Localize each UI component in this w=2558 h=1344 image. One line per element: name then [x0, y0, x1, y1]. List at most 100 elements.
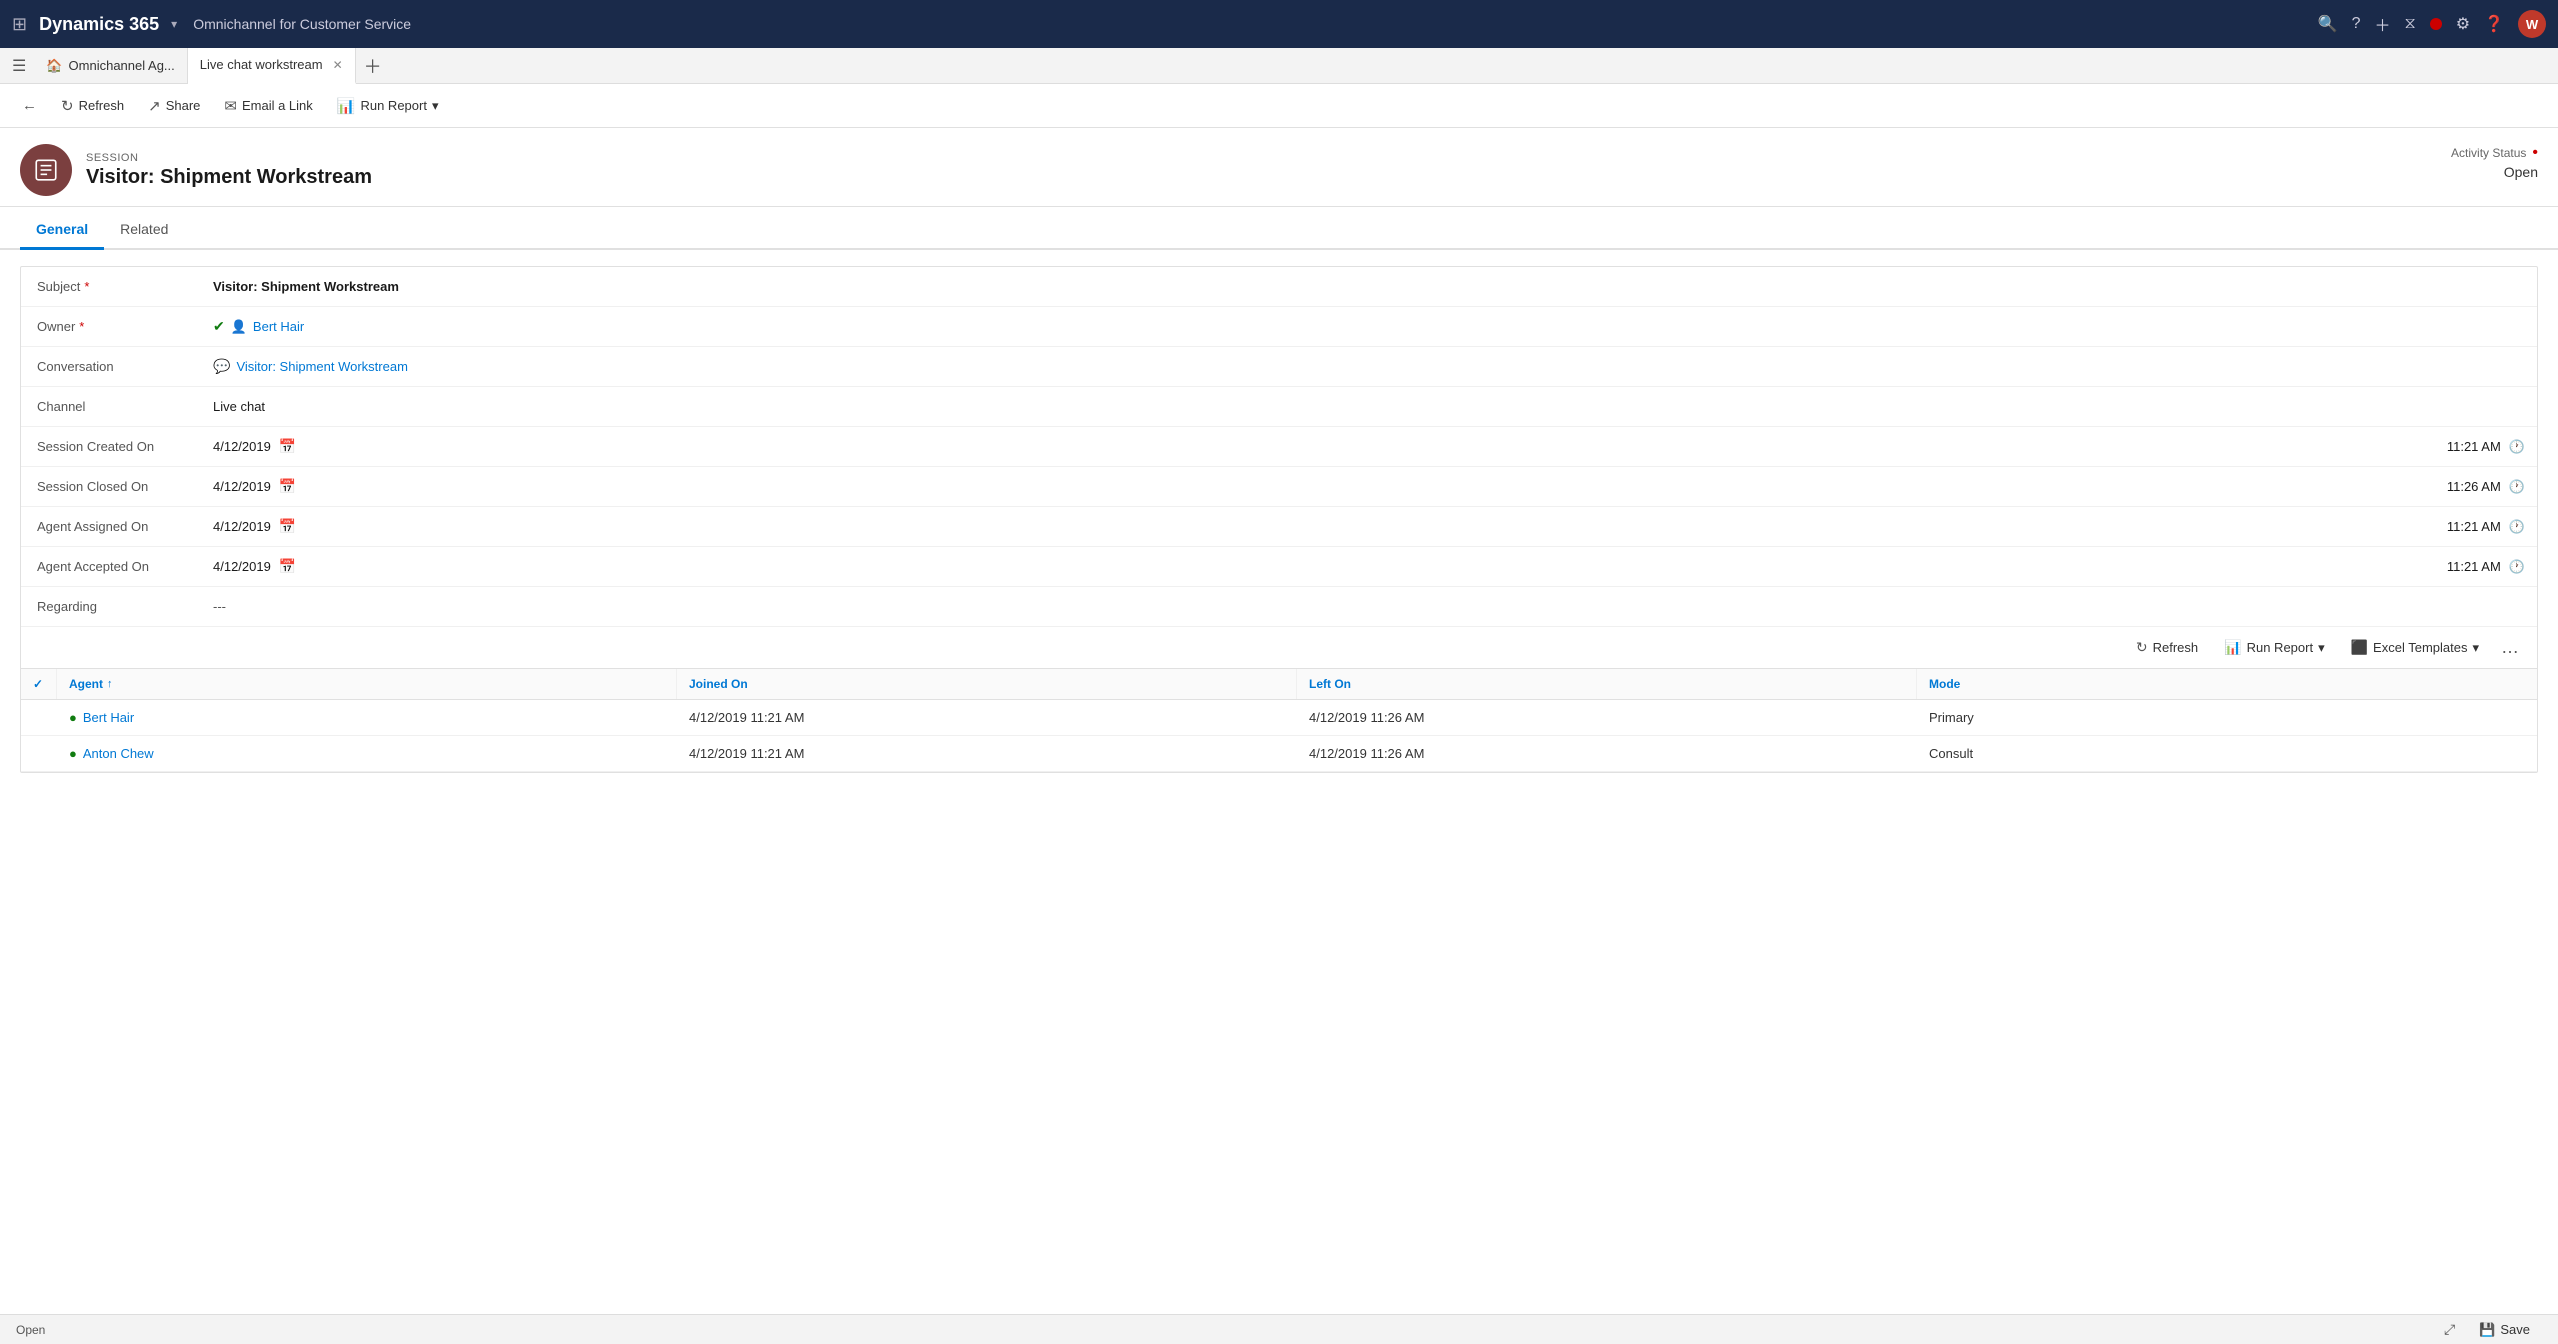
row2-mode: Consult — [1917, 736, 2537, 771]
data-grid: ✓ Agent ↑ Joined On Left On Mode ● — [21, 669, 2537, 772]
owner-label: Owner * — [21, 319, 201, 334]
row1-left: 4/12/2019 11:26 AM — [1297, 700, 1917, 735]
owner-row: Owner * ✔ 👤 Bert Hair — [21, 307, 2537, 347]
tab-omnichannel[interactable]: 🏠 Omnichannel Ag... — [34, 48, 187, 84]
record-icon — [20, 144, 72, 196]
row2-left: 4/12/2019 11:26 AM — [1297, 736, 1917, 771]
app-title-arrow: ▾ — [171, 17, 177, 31]
owner-name[interactable]: Bert Hair — [253, 319, 304, 334]
clock-icon-1[interactable]: 🕐 — [2509, 439, 2525, 455]
agent-name-1[interactable]: Bert Hair — [83, 710, 134, 725]
tab-related[interactable]: Related — [104, 211, 184, 250]
question-icon[interactable]: ❓ — [2484, 14, 2504, 34]
conversation-value[interactable]: 💬 Visitor: Shipment Workstream — [201, 358, 2537, 375]
avatar[interactable]: W — [2518, 10, 2546, 38]
row2-check[interactable] — [21, 736, 57, 771]
calendar-icon-3[interactable]: 📅 — [279, 518, 296, 535]
grid-refresh-button[interactable]: ↻ Refresh — [2126, 635, 2208, 660]
agent-name-2[interactable]: Anton Chew — [83, 746, 154, 761]
grid-col-agent[interactable]: Agent ↑ — [57, 669, 677, 699]
grid-report-icon: 📊 — [2224, 639, 2241, 656]
agent-accepted-row: Agent Accepted On 4/12/2019 📅 11:21 AM 🕐 — [21, 547, 2537, 587]
clock-icon-3[interactable]: 🕐 — [2509, 519, 2525, 535]
clock-icon-2[interactable]: 🕐 — [2509, 479, 2525, 495]
top-nav-icons: 🔍 ? ＋ ⧖ ⚙ ❓ W — [2318, 10, 2546, 38]
form-section: Subject * Visitor: Shipment Workstream O… — [20, 266, 2538, 773]
status-bar: Open ⤢ 💾 Save — [0, 1314, 2558, 1344]
session-created-label: Session Created On — [21, 439, 201, 454]
save-button[interactable]: 💾 Save — [2467, 1319, 2542, 1341]
filter-icon[interactable]: ⧖ — [2405, 15, 2416, 33]
refresh-button[interactable]: ↻ Refresh — [51, 93, 134, 119]
subject-row: Subject * Visitor: Shipment Workstream — [21, 267, 2537, 307]
grid-menu-icon[interactable]: ⊞ — [12, 14, 27, 35]
grid-excel-button[interactable]: ⬛ Excel Templates ▾ — [2341, 635, 2489, 660]
home-icon: 🏠 — [46, 58, 62, 74]
tab-general[interactable]: General — [20, 211, 104, 250]
channel-value: Live chat — [201, 399, 2537, 414]
toolbar: ← ↻ Refresh ↗ Share ✉ Email a Link 📊 Run… — [0, 84, 2558, 128]
channel-label: Channel — [21, 399, 201, 414]
clock-icon-4[interactable]: 🕐 — [2509, 559, 2525, 575]
row2-agent: ● Anton Chew — [57, 736, 677, 771]
save-icon: 💾 — [2479, 1322, 2495, 1338]
calendar-icon-4[interactable]: 📅 — [279, 558, 296, 575]
activity-status-dot: • — [2532, 144, 2538, 162]
back-button[interactable]: ← — [12, 93, 47, 118]
search-icon[interactable]: 🔍 — [2318, 14, 2338, 34]
expand-icon[interactable]: ⤢ — [2444, 1321, 2455, 1338]
record-category: SESSION — [86, 152, 372, 164]
session-created-row: Session Created On 4/12/2019 📅 11:21 AM … — [21, 427, 2537, 467]
calendar-icon-1[interactable]: 📅 — [279, 438, 296, 455]
tab-omnichannel-label: Omnichannel Ag... — [69, 58, 175, 73]
session-closed-row: Session Closed On 4/12/2019 📅 11:26 AM 🕐 — [21, 467, 2537, 507]
run-report-button[interactable]: 📊 Run Report ▾ — [327, 93, 449, 119]
conversation-icon: 💬 — [213, 358, 230, 375]
conversation-row: Conversation 💬 Visitor: Shipment Workstr… — [21, 347, 2537, 387]
record-title: Visitor: Shipment Workstream — [86, 166, 372, 189]
owner-required-dot: * — [79, 319, 84, 334]
conversation-label: Conversation — [21, 359, 201, 374]
calendar-icon-2[interactable]: 📅 — [279, 478, 296, 495]
grid-excel-chevron: ▾ — [2472, 640, 2479, 656]
regarding-value: --- — [201, 599, 2537, 614]
tab-close-icon[interactable]: ✕ — [333, 58, 343, 72]
email-icon: ✉ — [224, 97, 237, 115]
agent-status-icon-1: ● — [69, 710, 77, 725]
tab-livechat[interactable]: Live chat workstream ✕ — [188, 48, 356, 84]
settings-icon[interactable]: ⚙ — [2456, 14, 2470, 34]
app-title: Dynamics 365 — [39, 14, 159, 35]
grid-refresh-icon: ↻ — [2136, 639, 2148, 656]
agent-assigned-label: Agent Assigned On — [21, 519, 201, 534]
activity-status-value: Open — [2451, 164, 2538, 180]
tab-add-icon[interactable]: ＋ — [356, 53, 390, 79]
row2-joined: 4/12/2019 11:21 AM — [677, 736, 1297, 771]
grid-report-chevron: ▾ — [2318, 640, 2325, 656]
grid-more-icon[interactable]: … — [2495, 635, 2525, 660]
grid-toolbar: ↻ Refresh 📊 Run Report ▾ ⬛ Excel Templat… — [21, 627, 2537, 669]
status-label: Open — [16, 1323, 45, 1337]
tab-menu-icon[interactable]: ☰ — [4, 56, 34, 76]
row1-check[interactable] — [21, 700, 57, 735]
grid-excel-icon: ⬛ — [2351, 639, 2368, 656]
agent-status-icon-2: ● — [69, 746, 77, 761]
email-link-button[interactable]: ✉ Email a Link — [214, 93, 322, 119]
run-report-chevron: ▾ — [432, 98, 439, 114]
report-icon: 📊 — [337, 97, 356, 115]
session-created-value: 4/12/2019 📅 11:21 AM 🕐 — [201, 438, 2537, 455]
grid-run-report-button[interactable]: 📊 Run Report ▾ — [2214, 635, 2334, 660]
add-icon[interactable]: ＋ — [2374, 12, 2390, 36]
session-closed-label: Session Closed On — [21, 479, 201, 494]
grid-col-joined[interactable]: Joined On — [677, 669, 1297, 699]
subject-label: Subject * — [21, 279, 201, 294]
status-dot — [2430, 18, 2442, 30]
grid-col-left[interactable]: Left On — [1297, 669, 1917, 699]
agent-accepted-value: 4/12/2019 📅 11:21 AM 🕐 — [201, 558, 2537, 575]
activity-status-label: Activity Status — [2451, 146, 2526, 160]
share-button[interactable]: ↗ Share — [138, 93, 210, 119]
owner-person-icon: 👤 — [231, 319, 247, 335]
grid-col-mode[interactable]: Mode — [1917, 669, 2537, 699]
help-icon[interactable]: ? — [2352, 15, 2361, 33]
agent-accepted-label: Agent Accepted On — [21, 559, 201, 574]
page-header: SESSION Visitor: Shipment Workstream Act… — [0, 128, 2558, 207]
